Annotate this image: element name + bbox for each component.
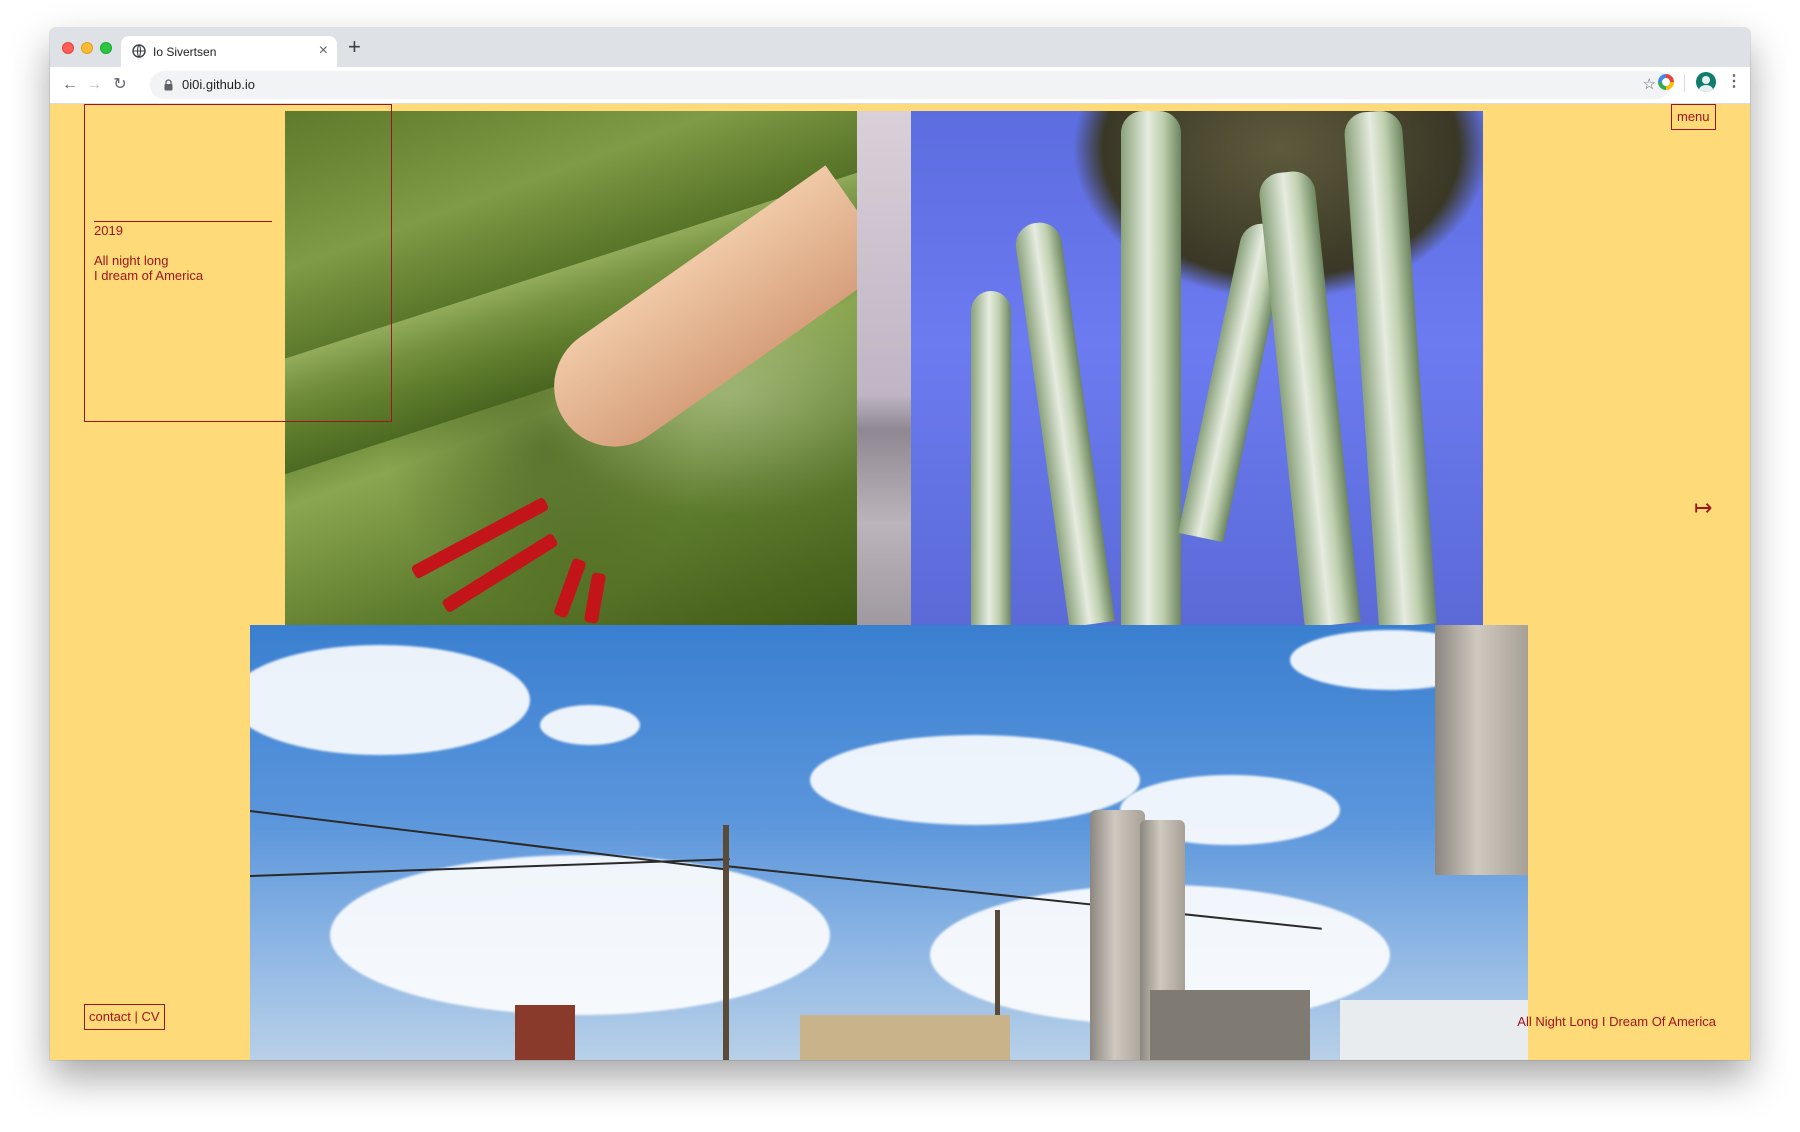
photo-candy	[583, 572, 607, 624]
project-title: All night long I dream of America	[94, 253, 294, 283]
profile-avatar[interactable]	[1696, 72, 1716, 92]
browser-window: Io Sivertsen × + ← → ↻ 0i0i.github.io ☆ …	[50, 28, 1750, 1060]
silo	[1435, 625, 1528, 875]
kebab-menu-icon[interactable]: ⋮	[1726, 72, 1742, 92]
photo-industrial-sky[interactable]	[250, 625, 1528, 1060]
photo-candy	[410, 496, 550, 580]
tab-title: Io Sivertsen	[153, 45, 217, 59]
silo	[1090, 810, 1145, 1060]
url-text: 0i0i.github.io	[182, 77, 255, 92]
photo-cloud	[330, 855, 830, 1015]
utility-pole	[723, 825, 729, 1060]
browser-toolbar: ← → ↻ 0i0i.github.io ☆	[50, 67, 1750, 104]
lock-icon	[164, 79, 173, 91]
extension-icon[interactable]	[1658, 74, 1674, 90]
photo-cloud	[250, 645, 530, 755]
reload-button[interactable]: ↻	[110, 75, 130, 95]
arrow-right-bar-icon[interactable]: ↦	[1694, 496, 1712, 520]
info-divider	[94, 221, 272, 222]
close-window-button[interactable]	[62, 42, 74, 54]
tab-strip: Io Sivertsen × +	[50, 28, 1750, 67]
building	[800, 1015, 1010, 1060]
chimney	[515, 1005, 575, 1060]
photo-cactus-arm	[971, 291, 1011, 626]
photo-sky-strip[interactable]	[857, 111, 911, 626]
forward-button[interactable]: →	[84, 75, 104, 95]
contact-cv-link[interactable]: contact | CV	[84, 1004, 165, 1030]
building	[1150, 990, 1310, 1060]
truck	[1340, 1000, 1528, 1060]
menu-button[interactable]: menu	[1671, 104, 1716, 130]
back-button[interactable]: ←	[60, 75, 80, 95]
star-icon[interactable]: ☆	[1643, 75, 1656, 93]
project-title-line-1: All night long	[94, 253, 169, 268]
photo-candy	[553, 557, 587, 619]
tab-active[interactable]: Io Sivertsen ×	[121, 36, 337, 67]
project-caption: All Night Long I Dream Of America	[1517, 1014, 1716, 1029]
toolbar-divider	[1684, 74, 1685, 92]
photo-cloud	[540, 705, 640, 745]
close-tab-icon[interactable]: ×	[319, 41, 328, 61]
address-bar[interactable]: 0i0i.github.io ☆	[150, 71, 1670, 99]
maximize-window-button[interactable]	[100, 42, 112, 54]
photo-cactus-arm	[1121, 111, 1181, 626]
minimize-window-button[interactable]	[81, 42, 93, 54]
globe-icon	[132, 44, 146, 58]
new-tab-button[interactable]: +	[348, 34, 361, 60]
photo-cactus[interactable]	[911, 111, 1483, 626]
project-title-line-2: I dream of America	[94, 268, 204, 283]
page-content: 2019 All night long I dream of America m…	[50, 104, 1750, 1060]
project-year: 2019	[94, 223, 123, 238]
